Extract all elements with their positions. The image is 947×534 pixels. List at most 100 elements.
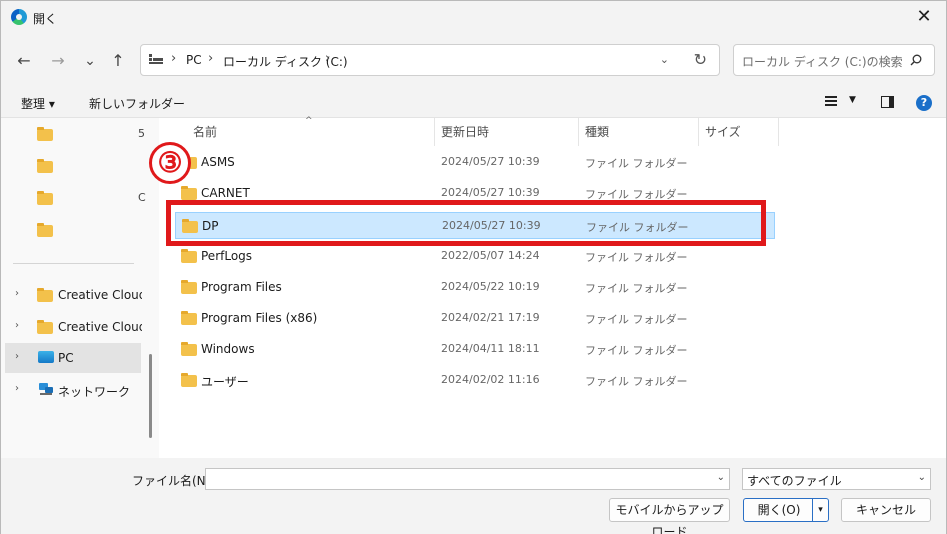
sidebar-item-label: PC bbox=[58, 351, 74, 365]
command-bar: 整理 ▾ 新しいフォルダー ▼ ? bbox=[1, 87, 946, 118]
preview-pane-icon[interactable] bbox=[881, 96, 894, 108]
breadcrumb-chevron[interactable]: › bbox=[208, 51, 213, 66]
file-date: 2022/05/07 14:24 bbox=[441, 249, 540, 262]
file-name: Program Files bbox=[201, 280, 282, 294]
column-separator[interactable] bbox=[578, 118, 579, 146]
folder-icon bbox=[181, 373, 197, 387]
view-options-icon[interactable] bbox=[825, 95, 839, 109]
column-separator[interactable] bbox=[778, 118, 779, 146]
file-name: Program Files (x86) bbox=[201, 311, 318, 325]
sidebar-item-label: Creative Cloud F bbox=[58, 288, 142, 302]
file-name: Windows bbox=[201, 342, 255, 356]
forward-icon[interactable]: → bbox=[47, 50, 69, 72]
sidebar-item-label: ネットワーク bbox=[58, 385, 131, 399]
folder-icon[interactable] bbox=[37, 191, 53, 205]
search-placeholder[interactable]: ローカル ディスク (C:)の検索 bbox=[742, 53, 903, 70]
file-date: 2024/05/27 10:39 bbox=[441, 186, 540, 199]
file-row[interactable]: Windows 2024/04/11 18:11 ファイル フォルダー bbox=[175, 336, 775, 363]
sort-ascending-icon: ^ bbox=[305, 116, 313, 126]
new-folder-button[interactable]: 新しいフォルダー bbox=[89, 95, 185, 112]
folder-icon[interactable] bbox=[37, 223, 53, 237]
expand-chevron-icon[interactable]: › bbox=[15, 288, 19, 299]
file-name: PerfLogs bbox=[201, 249, 253, 263]
back-icon[interactable]: ← bbox=[13, 50, 35, 72]
expand-chevron-icon[interactable]: › bbox=[15, 351, 19, 362]
file-date: 2024/02/02 11:16 bbox=[441, 373, 540, 386]
truncated-label[interactable]: 5 bbox=[138, 127, 145, 140]
highlight-box bbox=[166, 200, 766, 246]
column-header-type[interactable]: 種類 bbox=[585, 123, 609, 140]
folder-icon bbox=[181, 280, 197, 294]
filename-input[interactable] bbox=[206, 469, 706, 489]
file-row[interactable]: Program Files 2024/05/22 10:19 ファイル フォルダ… bbox=[175, 274, 775, 301]
file-row[interactable]: ユーザー 2024/02/02 11:16 ファイル フォルダー bbox=[175, 367, 775, 394]
file-date: 2024/04/11 18:11 bbox=[441, 342, 540, 355]
sidebar-item-label: Creative Cloud F bbox=[58, 320, 142, 334]
sidebar-item-pc[interactable]: › PC bbox=[5, 343, 141, 373]
search-box[interactable]: ローカル ディスク (C:)の検索 bbox=[733, 44, 935, 76]
title-bar: 開く ✕ bbox=[1, 1, 946, 34]
file-type: ファイル フォルダー bbox=[585, 375, 688, 388]
file-date: 2024/05/22 10:19 bbox=[441, 280, 540, 293]
recent-locations-icon[interactable]: ⌄ bbox=[79, 50, 101, 72]
edge-app-icon bbox=[11, 9, 27, 25]
organize-menu[interactable]: 整理 ▾ bbox=[21, 95, 55, 112]
help-icon[interactable]: ? bbox=[916, 95, 932, 111]
chevron-down-icon[interactable]: ⌄ bbox=[717, 472, 725, 483]
folder-icon bbox=[37, 288, 53, 302]
column-header-date[interactable]: 更新日時 bbox=[441, 123, 489, 140]
open-button-label[interactable]: 開く(O) bbox=[744, 499, 814, 521]
folder-icon bbox=[181, 249, 197, 263]
breadcrumb-chevron[interactable]: › bbox=[171, 51, 176, 66]
truncated-label[interactable]: C bbox=[138, 191, 146, 204]
filename-label: ファイル名(N): bbox=[132, 474, 215, 488]
file-type: ファイル フォルダー bbox=[585, 157, 688, 170]
upload-from-mobile-button[interactable]: モバイルからアップロード bbox=[609, 498, 730, 534]
up-icon[interactable]: ↑ bbox=[107, 50, 129, 72]
network-icon bbox=[39, 383, 53, 395]
cancel-button[interactable]: キャンセル bbox=[841, 498, 931, 522]
sidebar-item-creative-cloud-2[interactable]: › Creative Cloud F bbox=[5, 312, 142, 342]
pc-location-icon bbox=[149, 54, 163, 64]
file-type: ファイル フォルダー bbox=[585, 313, 688, 326]
file-row[interactable]: PerfLogs 2022/05/07 14:24 ファイル フォルダー bbox=[175, 243, 775, 270]
file-date: 2024/02/21 17:19 bbox=[441, 311, 540, 324]
file-list: ^ 名前 更新日時 種類 サイズ ASMS 2024/05/27 10:39 フ… bbox=[159, 116, 946, 458]
filename-combobox[interactable]: ⌄ bbox=[205, 468, 730, 490]
folder-icon[interactable] bbox=[37, 159, 53, 173]
window-title: 開く bbox=[33, 12, 58, 26]
file-row[interactable]: ASMS 2024/05/27 10:39 ファイル フォルダー bbox=[175, 149, 775, 176]
column-header-name[interactable]: 名前 bbox=[193, 123, 217, 140]
file-name: ASMS bbox=[201, 155, 235, 169]
expand-chevron-icon[interactable]: › bbox=[15, 320, 19, 331]
folder-icon bbox=[181, 186, 197, 200]
view-dropdown-icon[interactable]: ▼ bbox=[849, 95, 856, 105]
open-file-dialog: 開く ✕ ← → ⌄ ↑ › PC › ローカル ディスク (C:) › ⌄ ↻… bbox=[0, 0, 947, 534]
open-button[interactable]: 開く(O) ▾ bbox=[743, 498, 829, 522]
refresh-icon[interactable]: ↻ bbox=[694, 50, 707, 69]
folder-icon bbox=[37, 320, 53, 334]
sidebar-item-creative-cloud-1[interactable]: › Creative Cloud F bbox=[5, 280, 142, 310]
expand-chevron-icon[interactable]: › bbox=[15, 383, 19, 394]
address-history-dropdown[interactable]: ⌄ bbox=[660, 53, 669, 66]
close-icon[interactable]: ✕ bbox=[910, 5, 938, 29]
file-type-value: すべてのファイル bbox=[747, 474, 842, 488]
column-separator[interactable] bbox=[434, 118, 435, 146]
file-name: CARNET bbox=[201, 186, 250, 200]
open-split-dropdown-icon[interactable]: ▾ bbox=[812, 499, 828, 521]
file-type-select[interactable]: すべてのファイル ⌄ bbox=[742, 468, 931, 490]
folder-icon[interactable] bbox=[37, 127, 53, 141]
column-separator[interactable] bbox=[698, 118, 699, 146]
address-bar[interactable]: › PC › ローカル ディスク (C:) › ⌄ ↻ bbox=[140, 44, 720, 76]
search-icon[interactable] bbox=[910, 54, 922, 66]
navigation-scrollbar[interactable] bbox=[149, 354, 152, 438]
file-date: 2024/05/27 10:39 bbox=[441, 155, 540, 168]
sidebar-item-network[interactable]: › ネットワーク bbox=[5, 375, 141, 405]
breadcrumb-pc[interactable]: PC bbox=[186, 53, 202, 67]
column-header-size[interactable]: サイズ bbox=[705, 123, 741, 140]
folder-icon bbox=[181, 342, 197, 356]
breadcrumb-chevron[interactable]: › bbox=[325, 51, 330, 66]
chevron-down-icon[interactable]: ⌄ bbox=[918, 472, 926, 483]
file-row[interactable]: Program Files (x86) 2024/02/21 17:19 ファイ… bbox=[175, 305, 775, 332]
file-type: ファイル フォルダー bbox=[585, 282, 688, 295]
